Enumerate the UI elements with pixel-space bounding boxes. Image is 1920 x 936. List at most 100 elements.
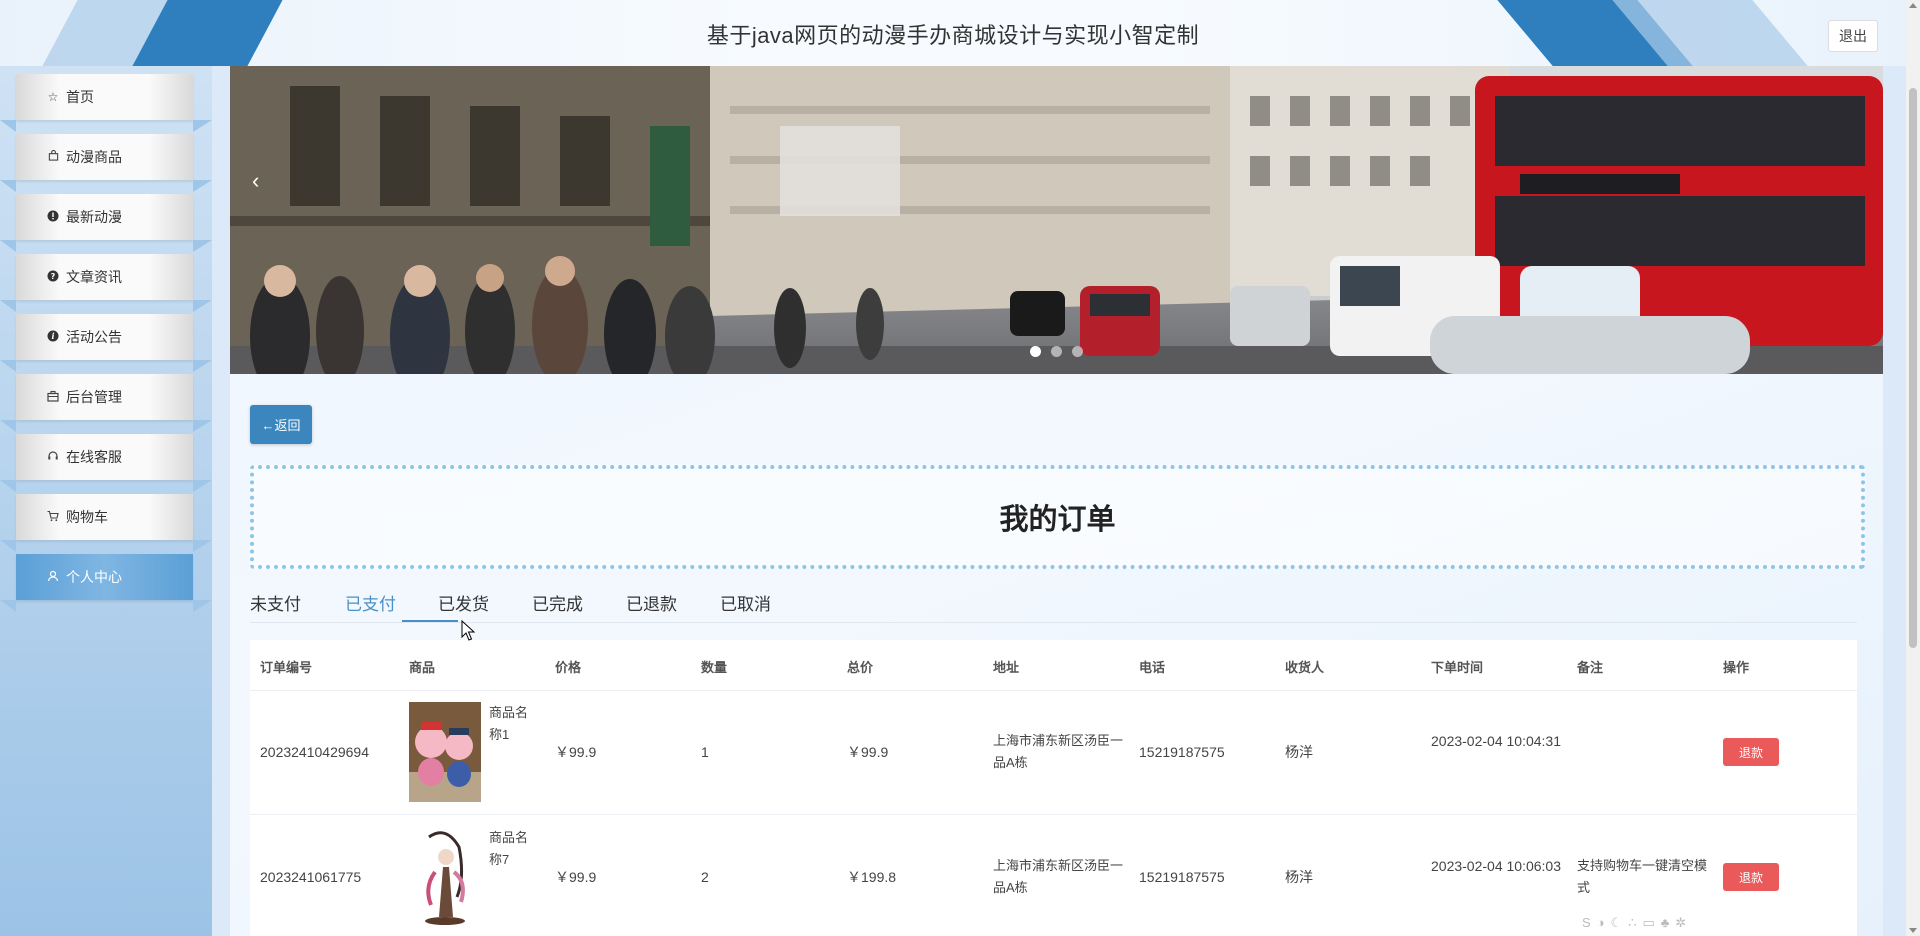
address: 上海市浦东新区汤臣一品A栋 <box>993 733 1124 770</box>
tab-paid[interactable]: 已支付 <box>345 590 396 615</box>
column-header: 操作 <box>1723 660 1750 675</box>
sidebar-item-profile[interactable]: 个人中心 <box>0 554 212 612</box>
ime-punctuation-icon: ∴ <box>1628 915 1637 930</box>
column-header: 地址 <box>993 660 1020 675</box>
sidebar-item-label: 文章资讯 <box>66 269 122 285</box>
page-title-box: 我的订单 <box>250 465 1865 569</box>
tab-shipped[interactable]: 已发货 <box>438 590 489 615</box>
svg-text:i: i <box>51 331 54 341</box>
ime-language-icon: ◑ <box>1596 915 1605 930</box>
info-circle-icon: i <box>46 330 60 345</box>
column-header: 电话 <box>1139 660 1166 675</box>
exclamation-circle-icon <box>46 210 60 225</box>
ime-settings-icon: ✲ <box>1675 915 1687 930</box>
column-header: 总价 <box>847 660 874 675</box>
phone: 15219187575 <box>1139 869 1225 885</box>
order-time: 2023-02-04 10:04:31 <box>1431 733 1561 749</box>
page-scrollbar[interactable] <box>1906 0 1920 936</box>
site-title: 基于java网页的动漫手办商城设计与实现小智定制 <box>706 23 1200 48</box>
column-header: 收货人 <box>1285 660 1325 675</box>
ime-skin-icon: ♣ <box>1660 915 1670 930</box>
logout-button[interactable]: 退出 <box>1828 20 1878 52</box>
carousel-prev-icon[interactable]: ‹ <box>252 168 259 194</box>
order-status-tabs: 未支付 已支付 已发货 已完成 已退款 已取消 <box>250 590 1857 623</box>
product-name: 商品名称1 <box>489 705 529 742</box>
ime-logo-icon: S <box>1582 915 1591 930</box>
street-scene-image <box>230 66 1883 374</box>
bag-icon <box>46 149 60 164</box>
sidebar-item-label: 后台管理 <box>66 389 122 405</box>
column-header: 数量 <box>701 660 728 675</box>
product-name: 商品名称7 <box>489 830 529 867</box>
sidebar-item-online-service[interactable]: 在线客服 <box>0 434 212 492</box>
receiver: 杨洋 <box>1285 744 1313 760</box>
column-header: 下单时间 <box>1431 660 1484 675</box>
page-title: 我的订单 <box>999 504 1116 536</box>
order-number: 2023241061775 <box>260 869 362 885</box>
mouse-cursor-icon <box>461 620 475 641</box>
carousel-dot[interactable] <box>1051 346 1062 357</box>
sidebar-item-articles[interactable]: ? 文章资讯 <box>0 254 212 312</box>
main-content: ‹ ←返回 我的订单 未支付 已支付 已发货 已完成 已退款 已取消 订单编号 … <box>230 66 1883 936</box>
sidebar-item-label: 个人中心 <box>66 569 122 585</box>
active-tab-indicator <box>402 620 458 622</box>
tab-cancelled[interactable]: 已取消 <box>720 590 771 615</box>
phone: 15219187575 <box>1139 744 1225 760</box>
ime-moon-icon: ☾ <box>1610 915 1623 930</box>
quantity: 1 <box>701 744 709 760</box>
carousel-dot[interactable] <box>1072 346 1083 357</box>
user-icon <box>46 570 60 585</box>
product-thumbnail[interactable] <box>409 702 481 802</box>
carousel-dot[interactable] <box>1030 346 1041 357</box>
sidebar: ☆ 首页 动漫商品 最新动漫 ? 文章资讯 i 活动公告 后台管理 在线客服 购… <box>0 66 212 936</box>
note: 支持购物车一键清空模式 <box>1577 858 1708 895</box>
address: 上海市浦东新区汤臣一品A栋 <box>993 858 1124 895</box>
sidebar-item-announcements[interactable]: i 活动公告 <box>0 314 212 372</box>
table-header: 订单编号 商品 价格 数量 总价 地址 电话 收货人 下单时间 备注 操作 <box>250 640 1857 691</box>
sidebar-item-admin[interactable]: 后台管理 <box>0 374 212 432</box>
sidebar-item-anime-products[interactable]: 动漫商品 <box>0 134 212 192</box>
column-header: 订单编号 <box>260 660 313 675</box>
sidebar-item-cart[interactable]: 购物车 <box>0 494 212 552</box>
ime-keyboard-icon: ▭ <box>1642 915 1655 930</box>
top-header: 基于java网页的动漫手办商城设计与实现小智定制 退出 <box>0 0 1906 66</box>
cart-icon <box>46 510 60 525</box>
ime-toolbar: S ◑ ☾ ∴ ▭ ♣ ✲ <box>1582 915 1686 931</box>
quantity: 2 <box>701 869 709 885</box>
total-price: ￥99.9 <box>847 744 889 760</box>
total-price: ￥199.8 <box>847 869 897 885</box>
tab-completed[interactable]: 已完成 <box>532 590 583 615</box>
tab-refunded[interactable]: 已退款 <box>626 590 677 615</box>
price: ￥99.9 <box>555 744 597 760</box>
order-number: 20232410429694 <box>260 744 370 760</box>
tab-unpaid[interactable]: 未支付 <box>250 590 301 615</box>
headset-icon <box>46 450 60 465</box>
svg-text:?: ? <box>51 272 56 281</box>
sidebar-item-label: 首页 <box>66 89 94 105</box>
question-circle-icon: ? <box>46 270 60 285</box>
column-header: 备注 <box>1577 660 1604 675</box>
back-button[interactable]: ←返回 <box>250 405 312 444</box>
price: ￥99.9 <box>555 869 597 885</box>
sidebar-item-home[interactable]: ☆ 首页 <box>0 74 212 132</box>
sidebar-item-label: 购物车 <box>66 509 108 525</box>
receiver: 杨洋 <box>1285 869 1313 885</box>
banner-carousel[interactable]: ‹ <box>230 66 1883 374</box>
scroll-down-icon[interactable] <box>1909 928 1917 933</box>
order-time: 2023-02-04 10:06:03 <box>1431 858 1561 874</box>
refund-button[interactable]: 退款 <box>1723 863 1779 891</box>
refund-button[interactable]: 退款 <box>1723 738 1779 766</box>
orders-table: 订单编号 商品 价格 数量 总价 地址 电话 收货人 下单时间 备注 操作 20… <box>250 640 1857 936</box>
column-header: 商品 <box>409 660 436 675</box>
briefcase-icon <box>46 390 60 405</box>
sidebar-item-latest-anime[interactable]: 最新动漫 <box>0 194 212 252</box>
sidebar-item-label: 动漫商品 <box>66 149 122 165</box>
carousel-indicators <box>1030 346 1083 357</box>
star-outline-icon: ☆ <box>47 90 59 104</box>
scroll-up-icon[interactable] <box>1909 3 1917 8</box>
table-row: 20232410429694 商品名称1 ￥99.9 1 ￥99.9 上海市浦东… <box>250 690 1857 815</box>
sidebar-item-label: 活动公告 <box>66 329 122 345</box>
column-header: 价格 <box>555 660 582 675</box>
scrollbar-thumb[interactable] <box>1909 88 1917 648</box>
product-thumbnail[interactable] <box>409 827 481 927</box>
